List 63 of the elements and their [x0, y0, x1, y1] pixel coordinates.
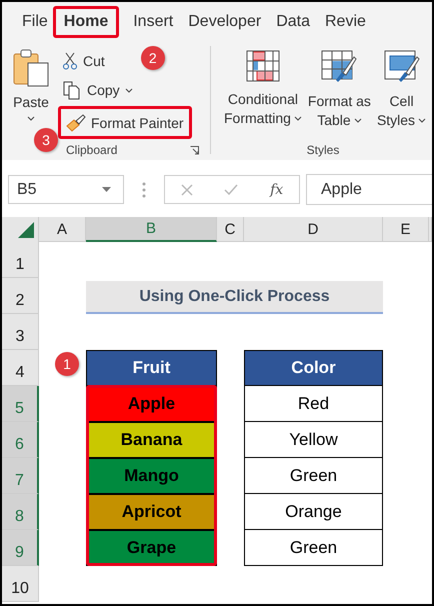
table-cell: Mango — [86, 458, 217, 494]
scissors-icon — [62, 52, 78, 70]
formula-input[interactable]: Apple — [306, 174, 432, 205]
group-label: Clipboard — [66, 143, 118, 157]
paintbrush-icon — [66, 114, 86, 132]
table-cell: Yellow — [244, 422, 383, 458]
header-cell: Color — [244, 350, 383, 386]
cut-button[interactable]: Cut — [62, 48, 105, 74]
table-cell: Apricot — [86, 494, 217, 530]
header-cell: Fruit — [86, 350, 217, 386]
caret-icon — [354, 118, 362, 123]
insert-function-button[interactable]: fx — [270, 182, 284, 198]
row-header[interactable]: 3 — [2, 314, 39, 350]
copy-icon — [62, 80, 82, 100]
row-header[interactable]: 9 — [2, 530, 39, 566]
clipboard-icon — [11, 48, 51, 88]
ribbon-tab[interactable]: Revie — [324, 7, 381, 37]
ribbon-tab[interactable]: Developer — [188, 7, 276, 37]
row-header[interactable]: 2 — [2, 278, 39, 314]
conditional-grid-icon — [246, 50, 280, 82]
column-header[interactable]: A — [39, 217, 86, 242]
column-header[interactable]: E — [383, 217, 429, 242]
format-painter-button[interactable]: Format Painter — [58, 106, 192, 139]
dialog-launcher-icon[interactable] — [190, 146, 199, 154]
row-header[interactable]: 10 — [2, 566, 39, 602]
row-header[interactable]: 4 — [2, 350, 39, 386]
step-callout: 2 — [140, 46, 165, 70]
step-callout: 1 — [55, 352, 79, 376]
dropdown-icon — [102, 187, 111, 192]
styles-button[interactable]: Format as Table — [308, 50, 371, 130]
ribbon-tab[interactable]: Data — [276, 7, 325, 37]
styles-button[interactable]: Conditional Formatting — [224, 50, 302, 130]
caret-icon — [124, 88, 133, 92]
table-cell: Apple — [86, 386, 217, 422]
name-box[interactable]: B5 — [8, 175, 124, 204]
styles-button[interactable]: Cell Styles — [376, 50, 426, 130]
row-header[interactable]: 5 — [2, 386, 39, 422]
caret-icon — [294, 116, 302, 121]
table-cell: Green — [244, 458, 383, 494]
ribbon-tab[interactable]: Insert — [133, 7, 188, 37]
column-header[interactable]: D — [244, 217, 383, 242]
column-header[interactable]: B — [86, 217, 217, 242]
table-cell: Green — [244, 530, 383, 566]
row-header[interactable]: 1 — [2, 242, 39, 278]
cell-brush-icon — [384, 50, 420, 84]
caret-icon — [27, 116, 35, 121]
step-callout: 3 — [34, 128, 58, 152]
row-header[interactable]: 6 — [2, 422, 39, 458]
group-label: Styles — [306, 143, 340, 157]
table-brush-icon — [321, 50, 358, 84]
title-cell: Using One-Click Process — [86, 281, 383, 314]
row-header[interactable]: 7 — [2, 458, 39, 494]
table-cell: Banana — [86, 422, 217, 458]
table-cell: Orange — [244, 494, 383, 530]
grip-icon — [142, 182, 146, 198]
copy-button[interactable]: Copy — [62, 77, 133, 103]
select-all-icon[interactable] — [18, 222, 34, 238]
column-header[interactable]: C — [217, 217, 244, 242]
ribbon-tab[interactable]: Home — [52, 6, 120, 38]
table-cell: Red — [244, 386, 383, 422]
checkmark-icon[interactable] — [224, 184, 238, 195]
caret-icon — [418, 118, 426, 123]
row-header[interactable]: 8 — [2, 494, 39, 530]
